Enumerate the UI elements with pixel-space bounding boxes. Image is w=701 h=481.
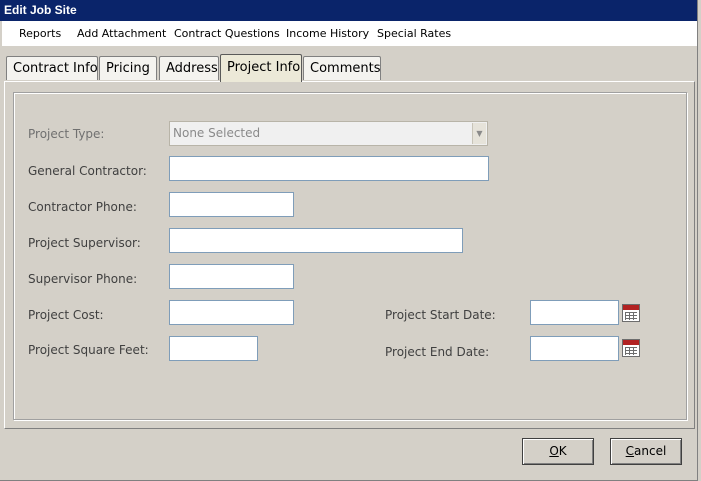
menu-item-add-attachment[interactable]: Add Attachment [77, 21, 166, 46]
supervisor-phone-input[interactable] [169, 264, 294, 289]
contractor-phone-label: Contractor Phone: [28, 200, 137, 214]
project-type-label: Project Type: [28, 127, 105, 141]
project-end-date-label: Project End Date: [385, 345, 490, 359]
contractor-phone-input[interactable] [169, 192, 294, 217]
tab-contract-info[interactable]: Contract Info [6, 56, 98, 80]
calendar-icon[interactable] [622, 339, 640, 357]
window-right-edge [697, 0, 698, 481]
project-square-feet-label: Project Square Feet: [28, 343, 149, 357]
cancel-accelerator: C [625, 444, 635, 458]
cancel-label-rest: ancel [634, 444, 667, 458]
general-contractor-input[interactable] [169, 156, 489, 181]
general-contractor-label: General Contractor: [28, 164, 147, 178]
window-title: Edit Job Site [0, 0, 697, 21]
project-supervisor-label: Project Supervisor: [28, 236, 141, 250]
project-end-date-input[interactable] [530, 336, 619, 361]
supervisor-phone-label: Supervisor Phone: [28, 272, 138, 286]
menu-item-income-history[interactable]: Income History [286, 21, 369, 46]
ok-button[interactable]: OK [522, 438, 594, 465]
menu-bar: Reports Add Attachment Contract Question… [2, 21, 697, 46]
dialog-footer: OK Cancel [0, 429, 701, 481]
project-cost-label: Project Cost: [28, 308, 104, 322]
tab-comments[interactable]: Comments [303, 56, 381, 80]
cancel-button[interactable]: Cancel [610, 438, 682, 465]
project-start-date-label: Project Start Date: [385, 308, 496, 322]
ok-accelerator: O [549, 444, 559, 458]
tab-project-info[interactable]: Project Info [220, 54, 302, 82]
chevron-down-icon[interactable]: ▼ [472, 123, 486, 144]
ok-label-rest: K [558, 444, 567, 458]
tab-pricing[interactable]: Pricing [99, 56, 157, 80]
tab-strip: Contract Info Pricing Address Project In… [0, 54, 701, 82]
menu-item-reports[interactable]: Reports [19, 21, 61, 46]
project-square-feet-input[interactable] [169, 336, 258, 361]
menu-item-contract-questions[interactable]: Contract Questions [174, 21, 280, 46]
calendar-icon[interactable] [622, 304, 640, 322]
menu-item-special-rates[interactable]: Special Rates [377, 21, 451, 46]
project-start-date-input[interactable] [530, 300, 619, 325]
project-supervisor-input[interactable] [169, 228, 463, 253]
project-type-value: None Selected [173, 126, 261, 140]
project-type-select[interactable]: None Selected ▼ [169, 121, 488, 146]
tab-address[interactable]: Address [159, 56, 219, 80]
project-cost-input[interactable] [169, 300, 294, 325]
